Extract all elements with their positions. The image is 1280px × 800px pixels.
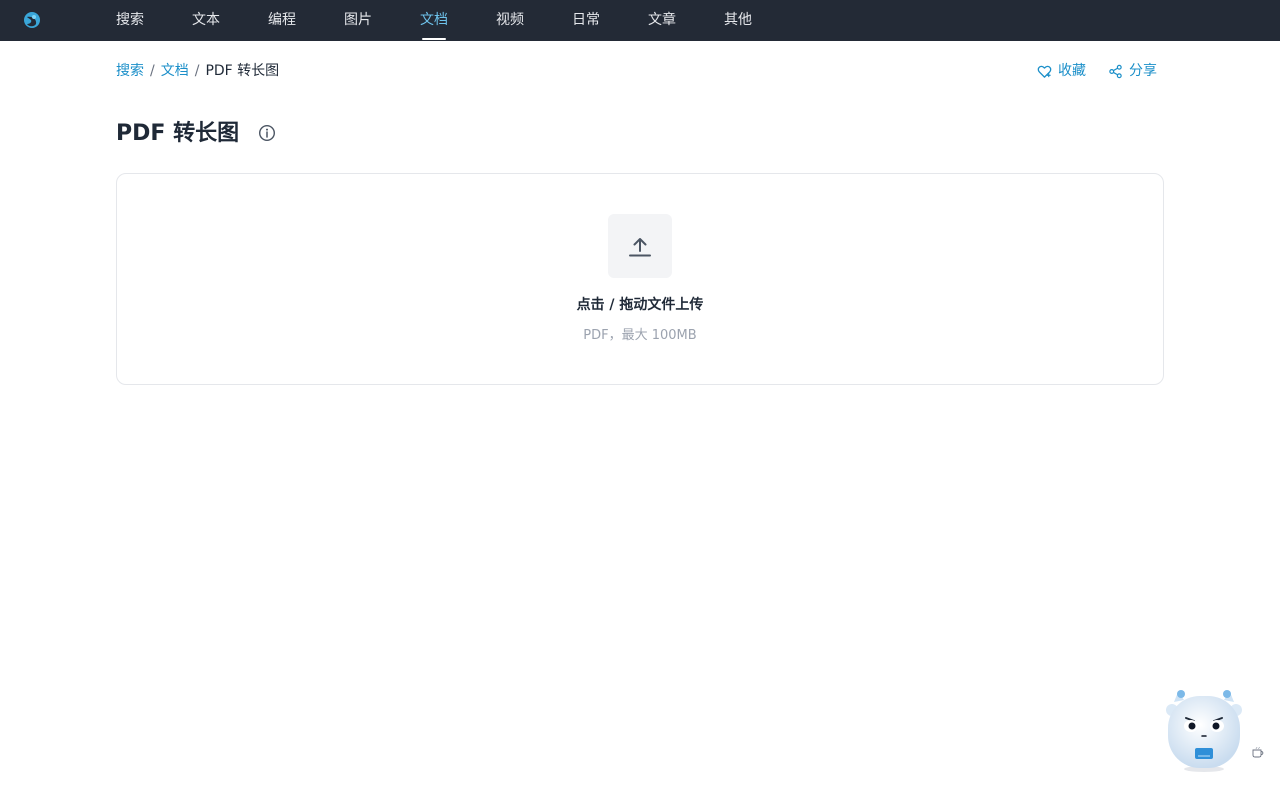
nav-item-programming[interactable]: 编程 — [268, 0, 296, 41]
nav-item-label: 其他 — [724, 12, 752, 28]
nav-item-label: 文档 — [420, 12, 448, 28]
nav-item-other[interactable]: 其他 — [724, 0, 752, 41]
nav-item-label: 文本 — [192, 12, 220, 28]
upload-icon-container — [608, 214, 672, 278]
nav-item-label: 图片 — [344, 12, 372, 28]
mascot-assistant-icon[interactable] — [1164, 684, 1244, 774]
nav-item-images[interactable]: 图片 — [344, 0, 372, 41]
nav-item-label: 视频 — [496, 12, 524, 28]
share-label: 分享 — [1129, 63, 1157, 79]
upload-icon — [629, 238, 651, 257]
coffee-cup-icon[interactable] — [1251, 746, 1265, 758]
breadcrumb-separator: / — [194, 63, 200, 79]
nav-item-label: 搜索 — [116, 12, 144, 28]
upload-hint: PDF，最大 100MB — [583, 328, 697, 343]
nav-item-text[interactable]: 文本 — [192, 0, 220, 41]
nav-item-label: 编程 — [268, 12, 296, 28]
page-title: PDF 转长图 — [116, 121, 240, 146]
logo-icon[interactable] — [23, 11, 41, 29]
file-upload-dropzone[interactable]: 点击 / 拖动文件上传 PDF，最大 100MB — [116, 173, 1164, 385]
breadcrumb-separator: / — [150, 63, 155, 79]
breadcrumb-current: PDF 转长图 — [205, 63, 280, 79]
nav-item-search[interactable]: 搜索 — [116, 0, 144, 41]
top-nav-bar: 搜索 文本 编程 图片 文档 视频 日常 文章 其他 — [0, 0, 1280, 41]
active-tab-indicator — [422, 38, 446, 40]
nav-item-articles[interactable]: 文章 — [648, 0, 676, 41]
breadcrumb-link-search[interactable]: 搜索 — [116, 63, 144, 79]
nav-item-label: 日常 — [572, 12, 600, 28]
nav-item-documents[interactable]: 文档 — [420, 0, 448, 41]
nav-item-daily[interactable]: 日常 — [572, 0, 600, 41]
favorite-button[interactable]: 收藏 — [1037, 60, 1086, 82]
upload-label: 点击 / 拖动文件上传 — [576, 297, 704, 313]
share-button[interactable]: 分享 — [1108, 60, 1157, 82]
info-icon[interactable] — [258, 124, 276, 142]
nav-item-video[interactable]: 视频 — [496, 0, 524, 41]
breadcrumb-link-documents[interactable]: 文档 — [161, 63, 189, 79]
heart-icon — [1037, 65, 1052, 78]
favorite-label: 收藏 — [1058, 63, 1086, 79]
breadcrumb: 搜索 / 文档 / PDF 转长图 — [116, 60, 279, 82]
nav-item-label: 文章 — [648, 12, 676, 28]
share-icon — [1109, 64, 1122, 78]
